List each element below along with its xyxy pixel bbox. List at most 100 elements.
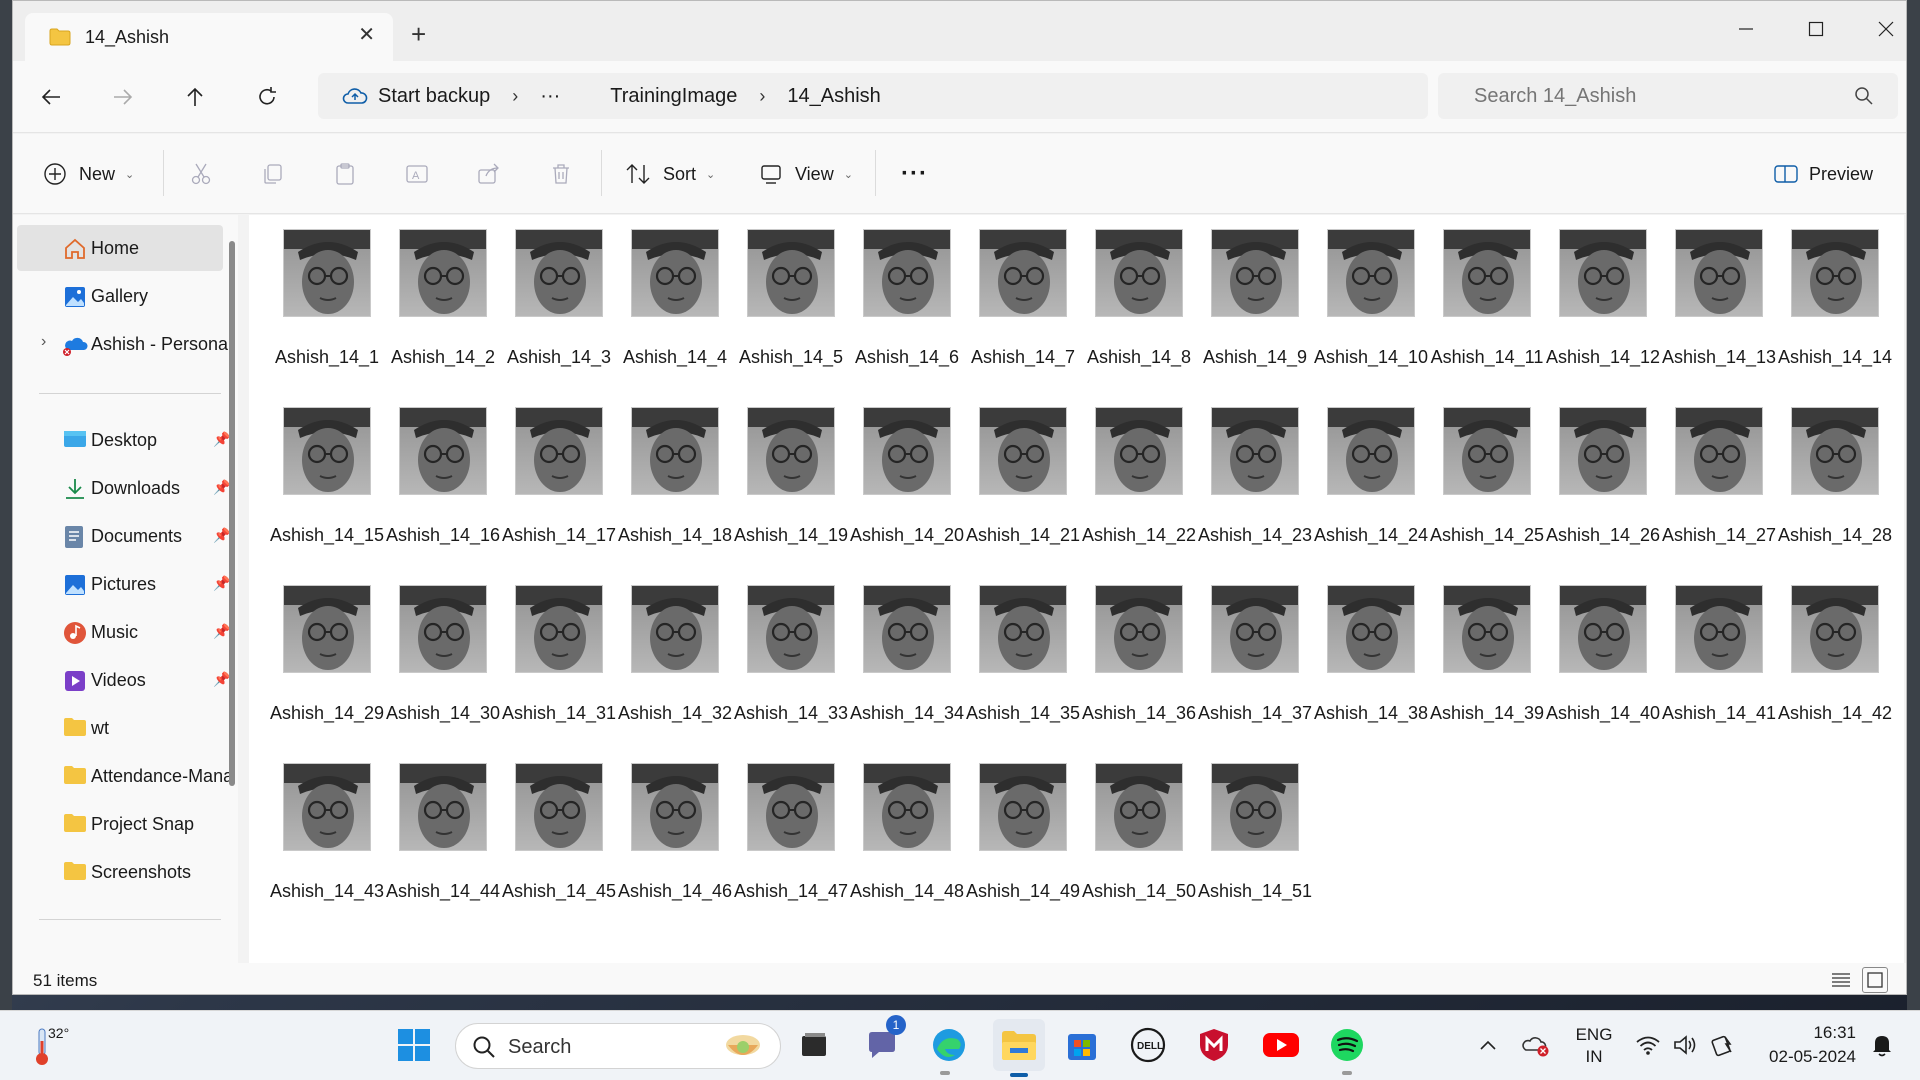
- sidebar-item-home[interactable]: Home: [17, 225, 223, 271]
- file-item[interactable]: Ashish_14_17: [489, 393, 616, 571]
- delete-button[interactable]: [545, 158, 577, 190]
- file-item[interactable]: Ashish_14_40: [1533, 571, 1660, 749]
- tray-volume[interactable]: [1668, 1023, 1704, 1067]
- tray-battery[interactable]: [1706, 1023, 1742, 1067]
- file-item[interactable]: Ashish_14_14: [1765, 215, 1892, 393]
- file-item[interactable]: Ashish_14_47: [721, 749, 848, 927]
- notifications-button[interactable]: [1864, 1023, 1900, 1067]
- breadcrumb-start-backup[interactable]: Start backup: [378, 85, 490, 108]
- new-tab-button[interactable]: +: [411, 21, 426, 47]
- file-item[interactable]: Ashish_14_37: [1185, 571, 1312, 749]
- share-button[interactable]: [473, 158, 505, 190]
- taskbar-dell[interactable]: DELL: [1126, 1023, 1170, 1067]
- file-item[interactable]: Ashish_14_38: [1301, 571, 1428, 749]
- taskbar-microsoft-store[interactable]: [1060, 1023, 1104, 1067]
- taskbar-spotify[interactable]: [1325, 1023, 1369, 1075]
- file-item[interactable]: Ashish_14_36: [1069, 571, 1196, 749]
- file-item[interactable]: Ashish_14_35: [953, 571, 1080, 749]
- file-item[interactable]: Ashish_14_33: [721, 571, 848, 749]
- file-item[interactable]: Ashish_14_49: [953, 749, 1080, 927]
- file-item[interactable]: Ashish_14_26: [1533, 393, 1660, 571]
- file-item[interactable]: Ashish_14_5: [721, 215, 843, 393]
- sidebar-item-downloads[interactable]: Downloads 📌: [17, 465, 230, 511]
- file-item[interactable]: Ashish_14_39: [1417, 571, 1544, 749]
- sidebar-item-project-snap[interactable]: Project Snap: [17, 801, 223, 847]
- preview-button[interactable]: Preview: [1773, 156, 1873, 192]
- file-item[interactable]: Ashish_14_27: [1649, 393, 1776, 571]
- file-item[interactable]: Ashish_14_6: [837, 215, 959, 393]
- sidebar-item-gallery[interactable]: Gallery: [17, 273, 223, 319]
- pin-icon[interactable]: 📌: [213, 623, 230, 640]
- sidebar-item-screenshots[interactable]: Screenshots: [17, 849, 223, 895]
- file-item[interactable]: Ashish_14_15: [257, 393, 384, 571]
- file-item[interactable]: Ashish_14_9: [1185, 215, 1307, 393]
- sidebar-item-videos[interactable]: Videos 📌: [17, 657, 230, 703]
- refresh-button[interactable]: [249, 79, 285, 115]
- file-item[interactable]: Ashish_14_32: [605, 571, 732, 749]
- file-item[interactable]: Ashish_14_23: [1185, 393, 1312, 571]
- sidebar-item-wt[interactable]: wt: [17, 705, 223, 751]
- view-button[interactable]: View ⌄: [759, 156, 853, 192]
- breadcrumb-overflow[interactable]: ···: [540, 85, 560, 108]
- file-item[interactable]: Ashish_14_42: [1765, 571, 1892, 749]
- taskbar-file-explorer[interactable]: [993, 1019, 1045, 1077]
- close-tab-icon[interactable]: ✕: [358, 25, 375, 45]
- file-item[interactable]: Ashish_14_7: [953, 215, 1075, 393]
- file-item[interactable]: Ashish_14_19: [721, 393, 848, 571]
- file-item[interactable]: Ashish_14_10: [1301, 215, 1428, 393]
- sort-button[interactable]: Sort ⌄: [625, 156, 715, 192]
- file-item[interactable]: Ashish_14_50: [1069, 749, 1196, 927]
- file-item[interactable]: Ashish_14_46: [605, 749, 732, 927]
- tab-14-ashish[interactable]: 14_Ashish ✕: [25, 13, 393, 61]
- file-item[interactable]: Ashish_14_51: [1185, 749, 1312, 927]
- pin-icon[interactable]: 📌: [213, 479, 230, 496]
- file-item[interactable]: Ashish_14_1: [257, 215, 379, 393]
- file-item[interactable]: Ashish_14_2: [373, 215, 495, 393]
- pin-icon[interactable]: 📌: [213, 671, 230, 688]
- file-item[interactable]: Ashish_14_11: [1417, 215, 1543, 393]
- start-button[interactable]: [392, 1023, 436, 1067]
- file-item[interactable]: Ashish_14_28: [1765, 393, 1892, 571]
- copy-button[interactable]: [257, 158, 289, 190]
- search-box[interactable]: [1438, 73, 1898, 119]
- file-item[interactable]: Ashish_14_21: [953, 393, 1080, 571]
- breadcrumb[interactable]: Start backup › ··· › TrainingImage › 14_…: [318, 73, 1428, 119]
- file-item[interactable]: Ashish_14_31: [489, 571, 616, 749]
- search-input[interactable]: [1474, 84, 1834, 108]
- file-item[interactable]: Ashish_14_41: [1649, 571, 1776, 749]
- forward-button[interactable]: [105, 79, 141, 115]
- file-item[interactable]: Ashish_14_18: [605, 393, 732, 571]
- file-item[interactable]: Ashish_14_29: [257, 571, 384, 749]
- file-item[interactable]: Ashish_14_44: [373, 749, 500, 927]
- sidebar-item-music[interactable]: Music 📌: [17, 609, 230, 655]
- large-icons-view-button[interactable]: [1862, 967, 1888, 993]
- details-view-button[interactable]: [1828, 967, 1854, 993]
- taskbar-search[interactable]: Search: [455, 1023, 781, 1069]
- taskbar-mcafee[interactable]: [1192, 1023, 1236, 1067]
- language-indicator[interactable]: ENG IN: [1568, 1024, 1620, 1068]
- sidebar-item-onedrive[interactable]: › Ashish - Personal: [17, 321, 231, 367]
- sidebar-item-pictures[interactable]: Pictures 📌: [17, 561, 230, 607]
- file-item[interactable]: Ashish_14_43: [257, 749, 384, 927]
- file-item[interactable]: Ashish_14_30: [373, 571, 500, 749]
- sidebar-item-attendance[interactable]: Attendance-Management: [17, 753, 231, 799]
- new-button[interactable]: New ⌄: [43, 156, 134, 192]
- rename-button[interactable]: A: [401, 158, 433, 190]
- back-button[interactable]: [33, 79, 69, 115]
- cut-button[interactable]: [185, 158, 217, 190]
- tray-wifi[interactable]: [1630, 1023, 1666, 1067]
- file-item[interactable]: Ashish_14_24: [1301, 393, 1428, 571]
- file-item[interactable]: Ashish_14_45: [489, 749, 616, 927]
- sidebar-scrollbar[interactable]: [229, 241, 235, 786]
- file-item[interactable]: Ashish_14_12: [1533, 215, 1660, 393]
- taskbar-task-view[interactable]: [792, 1023, 836, 1067]
- show-hidden-icons-button[interactable]: [1470, 1023, 1506, 1067]
- pin-icon[interactable]: 📌: [213, 527, 230, 544]
- close-window-button[interactable]: [1866, 11, 1906, 47]
- taskbar-youtube[interactable]: [1259, 1023, 1303, 1067]
- file-item[interactable]: Ashish_14_22: [1069, 393, 1196, 571]
- breadcrumb-traininimage[interactable]: TrainingImage: [610, 85, 737, 108]
- paste-button[interactable]: [329, 158, 361, 190]
- file-item[interactable]: Ashish_14_34: [837, 571, 964, 749]
- tray-onedrive[interactable]: [1516, 1023, 1556, 1067]
